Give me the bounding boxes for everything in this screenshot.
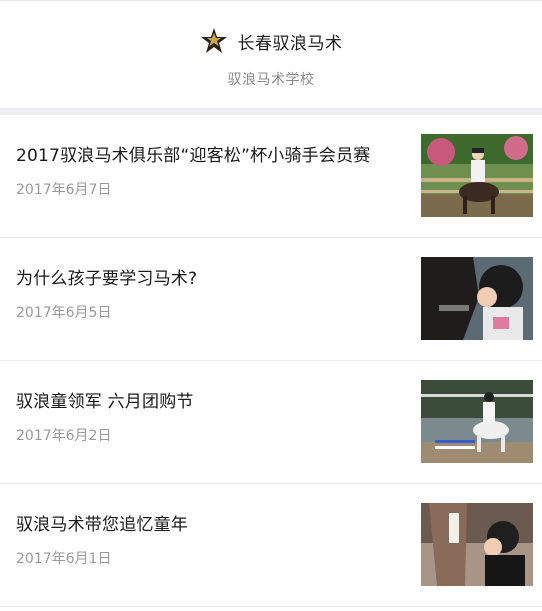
article-title: 为什么孩子要学习马术? xyxy=(16,269,198,289)
article-list: 2017驭浪马术俱乐部“迎客松”杯小骑手会员赛 2017年6月7日 为什么孩子要… xyxy=(0,115,542,607)
article-title: 2017驭浪马术俱乐部“迎客松”杯小骑手会员赛 xyxy=(16,146,371,166)
child-kissing-horse-photo xyxy=(421,257,533,340)
section-divider xyxy=(0,108,542,115)
article-title: 驭浪童领军 六月团购节 xyxy=(16,392,194,412)
article-date: 2017年6月1日 xyxy=(16,551,112,567)
list-item[interactable]: 为什么孩子要学习马术? 2017年6月5日 xyxy=(0,238,542,361)
account-header: 长春驭浪马术 驭浪马术学校 xyxy=(0,0,542,108)
list-item[interactable]: 驭浪马术带您追忆童年 2017年6月1日 xyxy=(0,484,542,607)
article-date: 2017年6月7日 xyxy=(16,182,112,198)
arena-riding-photo xyxy=(421,380,533,463)
article-title: 驭浪马术带您追忆童年 xyxy=(16,515,188,535)
rider-on-horse-photo xyxy=(421,134,533,217)
subtitle: 驭浪马术学校 xyxy=(227,72,315,88)
list-item[interactable]: 2017驭浪马术俱乐部“迎客松”杯小骑手会员赛 2017年6月7日 xyxy=(0,115,542,238)
article-date: 2017年6月2日 xyxy=(16,428,112,444)
article-date: 2017年6月5日 xyxy=(16,305,112,321)
brand[interactable]: 长春驭浪马术 xyxy=(199,27,343,55)
list-item[interactable]: 驭浪童领军 六月团购节 2017年6月2日 xyxy=(0,361,542,484)
child-with-horse-photo xyxy=(421,503,533,586)
brand-name: 长春驭浪马术 xyxy=(237,33,343,54)
star-badge-icon xyxy=(199,27,228,55)
